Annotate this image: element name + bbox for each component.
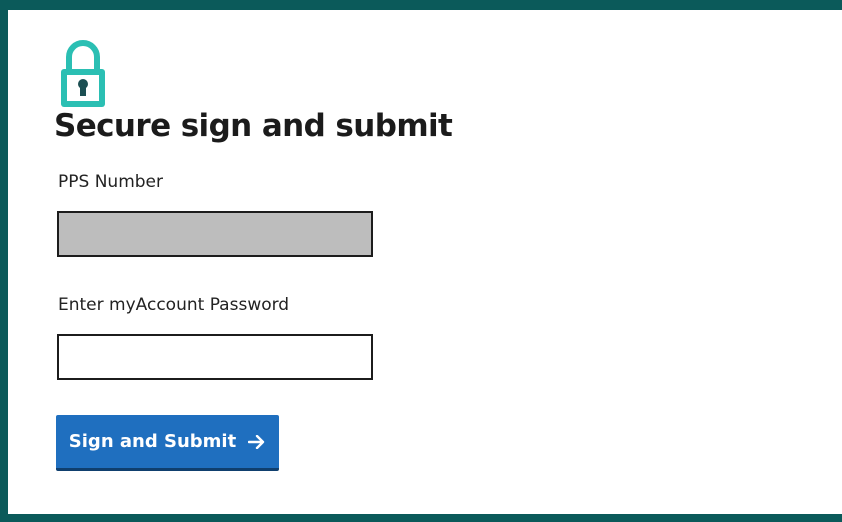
sign-and-submit-button[interactable]: Sign and Submit: [56, 415, 279, 471]
arrow-right-icon: [248, 434, 265, 449]
pps-number-label: PPS Number: [58, 172, 163, 192]
pps-number-input[interactable]: [57, 211, 373, 257]
password-label: Enter myAccount Password: [58, 295, 290, 315]
sign-and-submit-label: Sign and Submit: [68, 431, 237, 452]
page-title: Secure sign and submit: [54, 108, 453, 144]
password-input[interactable]: [57, 334, 373, 380]
sign-submit-panel: Secure sign and submit PPS Number Enter …: [0, 0, 842, 522]
lock-icon: [61, 40, 105, 107]
